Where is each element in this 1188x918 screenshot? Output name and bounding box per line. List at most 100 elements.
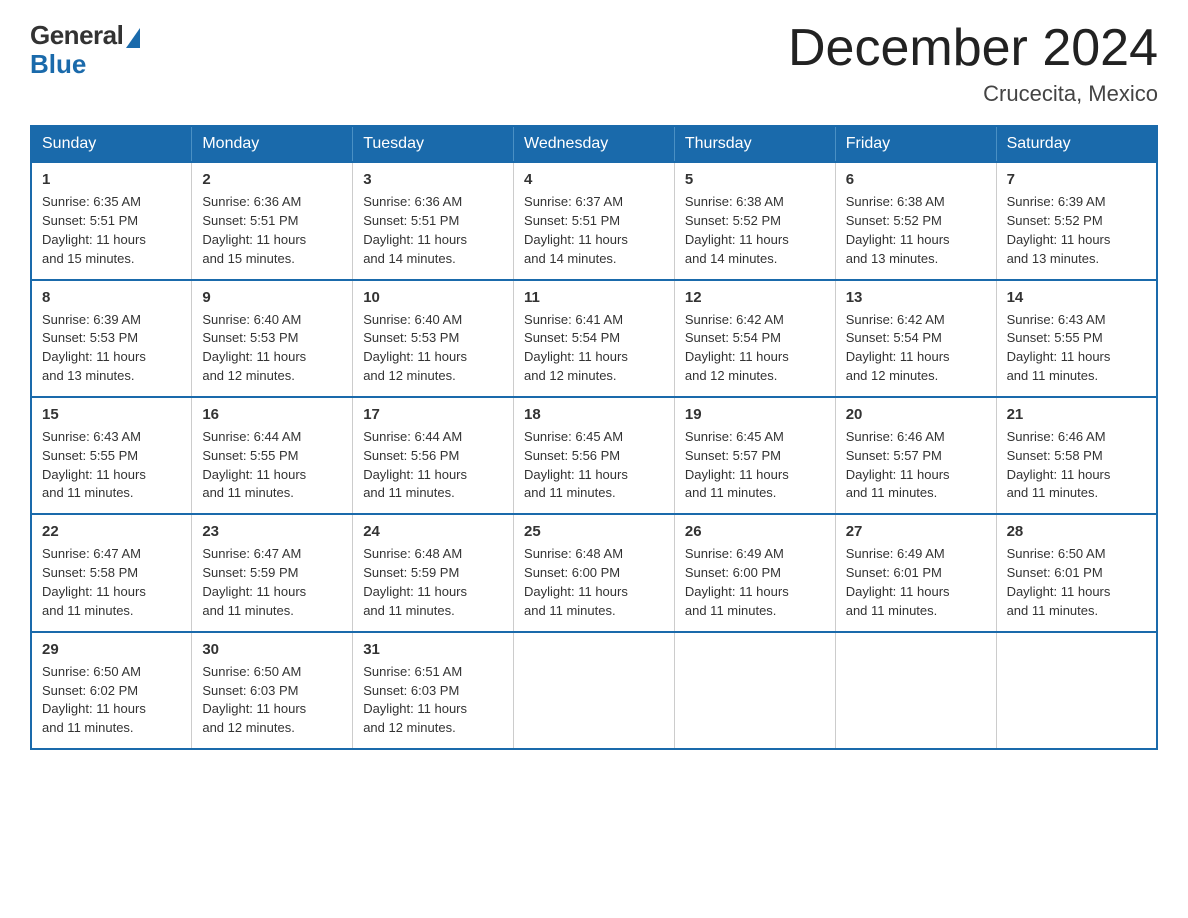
day-number: 17: [363, 406, 503, 423]
day-number: 10: [363, 289, 503, 306]
day-number: 15: [42, 406, 181, 423]
day-number: 9: [202, 289, 342, 306]
calendar-cell: 31 Sunrise: 6:51 AMSunset: 6:03 PMDaylig…: [353, 632, 514, 749]
day-info: Sunrise: 6:39 AMSunset: 5:53 PMDaylight:…: [42, 312, 146, 384]
day-info: Sunrise: 6:40 AMSunset: 5:53 PMDaylight:…: [363, 312, 467, 384]
day-info: Sunrise: 6:35 AMSunset: 5:51 PMDaylight:…: [42, 194, 146, 266]
logo-general-text: General: [30, 20, 123, 51]
day-info: Sunrise: 6:46 AMSunset: 5:57 PMDaylight:…: [846, 429, 950, 501]
day-info: Sunrise: 6:44 AMSunset: 5:56 PMDaylight:…: [363, 429, 467, 501]
day-number: 5: [685, 171, 825, 188]
calendar-cell: [996, 632, 1157, 749]
logo: General Blue: [30, 20, 140, 80]
day-info: Sunrise: 6:51 AMSunset: 6:03 PMDaylight:…: [363, 664, 467, 736]
day-number: 30: [202, 641, 342, 658]
calendar-cell: 19 Sunrise: 6:45 AMSunset: 5:57 PMDaylig…: [674, 397, 835, 514]
header-tuesday: Tuesday: [353, 126, 514, 162]
title-block: December 2024 Crucecita, Mexico: [788, 20, 1158, 107]
day-info: Sunrise: 6:42 AMSunset: 5:54 PMDaylight:…: [685, 312, 789, 384]
calendar-cell: 6 Sunrise: 6:38 AMSunset: 5:52 PMDayligh…: [835, 162, 996, 279]
day-number: 25: [524, 523, 664, 540]
calendar-cell: 13 Sunrise: 6:42 AMSunset: 5:54 PMDaylig…: [835, 280, 996, 397]
header-sunday: Sunday: [31, 126, 192, 162]
calendar-cell: 18 Sunrise: 6:45 AMSunset: 5:56 PMDaylig…: [514, 397, 675, 514]
header-monday: Monday: [192, 126, 353, 162]
calendar-cell: 1 Sunrise: 6:35 AMSunset: 5:51 PMDayligh…: [31, 162, 192, 279]
day-number: 23: [202, 523, 342, 540]
day-number: 26: [685, 523, 825, 540]
calendar-cell: 22 Sunrise: 6:47 AMSunset: 5:58 PMDaylig…: [31, 514, 192, 631]
day-info: Sunrise: 6:47 AMSunset: 5:59 PMDaylight:…: [202, 546, 306, 618]
calendar-cell: 28 Sunrise: 6:50 AMSunset: 6:01 PMDaylig…: [996, 514, 1157, 631]
day-info: Sunrise: 6:48 AMSunset: 6:00 PMDaylight:…: [524, 546, 628, 618]
calendar-cell: 27 Sunrise: 6:49 AMSunset: 6:01 PMDaylig…: [835, 514, 996, 631]
calendar-week-row: 15 Sunrise: 6:43 AMSunset: 5:55 PMDaylig…: [31, 397, 1157, 514]
day-info: Sunrise: 6:38 AMSunset: 5:52 PMDaylight:…: [685, 194, 789, 266]
calendar-cell: 11 Sunrise: 6:41 AMSunset: 5:54 PMDaylig…: [514, 280, 675, 397]
calendar-cell: 21 Sunrise: 6:46 AMSunset: 5:58 PMDaylig…: [996, 397, 1157, 514]
calendar-table: SundayMondayTuesdayWednesdayThursdayFrid…: [30, 125, 1158, 750]
header-saturday: Saturday: [996, 126, 1157, 162]
day-number: 20: [846, 406, 986, 423]
page-header: General Blue December 2024 Crucecita, Me…: [30, 20, 1158, 107]
calendar-cell: [674, 632, 835, 749]
day-info: Sunrise: 6:39 AMSunset: 5:52 PMDaylight:…: [1007, 194, 1111, 266]
calendar-cell: [835, 632, 996, 749]
day-number: 6: [846, 171, 986, 188]
calendar-cell: 20 Sunrise: 6:46 AMSunset: 5:57 PMDaylig…: [835, 397, 996, 514]
day-number: 2: [202, 171, 342, 188]
day-number: 29: [42, 641, 181, 658]
calendar-cell: 17 Sunrise: 6:44 AMSunset: 5:56 PMDaylig…: [353, 397, 514, 514]
month-year-heading: December 2024: [788, 20, 1158, 77]
calendar-week-row: 29 Sunrise: 6:50 AMSunset: 6:02 PMDaylig…: [31, 632, 1157, 749]
day-info: Sunrise: 6:50 AMSunset: 6:01 PMDaylight:…: [1007, 546, 1111, 618]
calendar-week-row: 22 Sunrise: 6:47 AMSunset: 5:58 PMDaylig…: [31, 514, 1157, 631]
day-number: 14: [1007, 289, 1146, 306]
calendar-cell: 4 Sunrise: 6:37 AMSunset: 5:51 PMDayligh…: [514, 162, 675, 279]
day-info: Sunrise: 6:38 AMSunset: 5:52 PMDaylight:…: [846, 194, 950, 266]
day-number: 19: [685, 406, 825, 423]
day-info: Sunrise: 6:41 AMSunset: 5:54 PMDaylight:…: [524, 312, 628, 384]
day-info: Sunrise: 6:49 AMSunset: 6:00 PMDaylight:…: [685, 546, 789, 618]
day-info: Sunrise: 6:49 AMSunset: 6:01 PMDaylight:…: [846, 546, 950, 618]
header-wednesday: Wednesday: [514, 126, 675, 162]
day-info: Sunrise: 6:36 AMSunset: 5:51 PMDaylight:…: [202, 194, 306, 266]
day-info: Sunrise: 6:37 AMSunset: 5:51 PMDaylight:…: [524, 194, 628, 266]
calendar-cell: 5 Sunrise: 6:38 AMSunset: 5:52 PMDayligh…: [674, 162, 835, 279]
day-info: Sunrise: 6:48 AMSunset: 5:59 PMDaylight:…: [363, 546, 467, 618]
day-info: Sunrise: 6:47 AMSunset: 5:58 PMDaylight:…: [42, 546, 146, 618]
calendar-cell: 30 Sunrise: 6:50 AMSunset: 6:03 PMDaylig…: [192, 632, 353, 749]
day-info: Sunrise: 6:43 AMSunset: 5:55 PMDaylight:…: [1007, 312, 1111, 384]
logo-blue-text: Blue: [30, 49, 86, 80]
day-number: 3: [363, 171, 503, 188]
day-number: 16: [202, 406, 342, 423]
day-info: Sunrise: 6:50 AMSunset: 6:02 PMDaylight:…: [42, 664, 146, 736]
calendar-cell: 12 Sunrise: 6:42 AMSunset: 5:54 PMDaylig…: [674, 280, 835, 397]
calendar-cell: 10 Sunrise: 6:40 AMSunset: 5:53 PMDaylig…: [353, 280, 514, 397]
day-info: Sunrise: 6:50 AMSunset: 6:03 PMDaylight:…: [202, 664, 306, 736]
day-info: Sunrise: 6:46 AMSunset: 5:58 PMDaylight:…: [1007, 429, 1111, 501]
day-number: 1: [42, 171, 181, 188]
day-number: 18: [524, 406, 664, 423]
day-number: 21: [1007, 406, 1146, 423]
day-info: Sunrise: 6:43 AMSunset: 5:55 PMDaylight:…: [42, 429, 146, 501]
day-info: Sunrise: 6:36 AMSunset: 5:51 PMDaylight:…: [363, 194, 467, 266]
calendar-cell: 7 Sunrise: 6:39 AMSunset: 5:52 PMDayligh…: [996, 162, 1157, 279]
calendar-cell: 9 Sunrise: 6:40 AMSunset: 5:53 PMDayligh…: [192, 280, 353, 397]
calendar-cell: 25 Sunrise: 6:48 AMSunset: 6:00 PMDaylig…: [514, 514, 675, 631]
day-number: 24: [363, 523, 503, 540]
calendar-header-row: SundayMondayTuesdayWednesdayThursdayFrid…: [31, 126, 1157, 162]
day-info: Sunrise: 6:45 AMSunset: 5:57 PMDaylight:…: [685, 429, 789, 501]
day-number: 22: [42, 523, 181, 540]
calendar-cell: 2 Sunrise: 6:36 AMSunset: 5:51 PMDayligh…: [192, 162, 353, 279]
calendar-cell: 16 Sunrise: 6:44 AMSunset: 5:55 PMDaylig…: [192, 397, 353, 514]
day-number: 13: [846, 289, 986, 306]
day-info: Sunrise: 6:42 AMSunset: 5:54 PMDaylight:…: [846, 312, 950, 384]
day-number: 8: [42, 289, 181, 306]
day-number: 28: [1007, 523, 1146, 540]
day-number: 11: [524, 289, 664, 306]
day-info: Sunrise: 6:44 AMSunset: 5:55 PMDaylight:…: [202, 429, 306, 501]
calendar-week-row: 8 Sunrise: 6:39 AMSunset: 5:53 PMDayligh…: [31, 280, 1157, 397]
calendar-week-row: 1 Sunrise: 6:35 AMSunset: 5:51 PMDayligh…: [31, 162, 1157, 279]
day-info: Sunrise: 6:40 AMSunset: 5:53 PMDaylight:…: [202, 312, 306, 384]
